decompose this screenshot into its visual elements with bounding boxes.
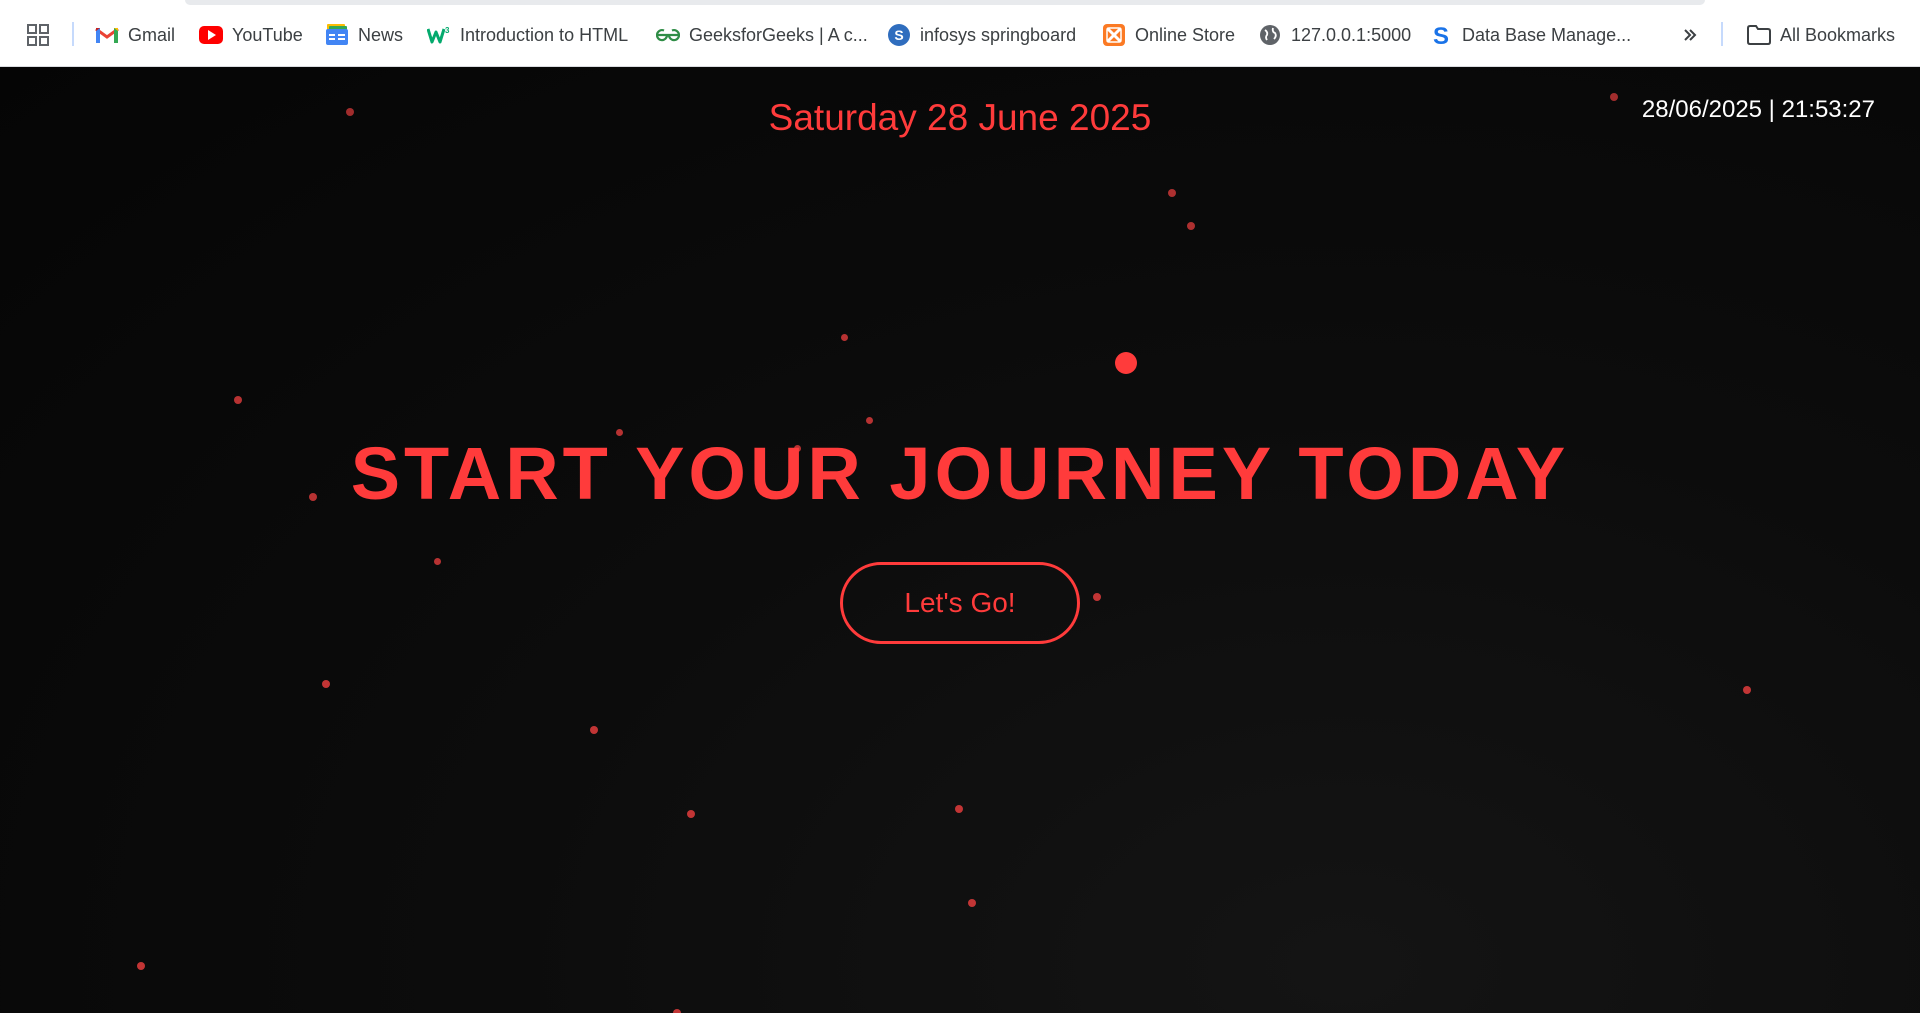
bookmark-label: Introduction to HTML xyxy=(460,24,629,45)
hero-section: Saturday 28 June 2025 28/06/2025 | 21:53… xyxy=(0,67,1920,1013)
bookmarks-separator xyxy=(1721,22,1723,46)
google-news-icon xyxy=(325,23,349,47)
skype-s-icon: S xyxy=(1429,23,1453,47)
bookmark-localhost-5000[interactable]: 127.0.0.1:5000 xyxy=(1258,22,1411,48)
bookmark-label: infosys springboard xyxy=(920,24,1077,45)
particle xyxy=(1187,222,1195,230)
bookmark-gmail[interactable]: Gmail xyxy=(95,22,175,48)
apps-grid-icon xyxy=(26,23,50,47)
bookmark-geeksforgeeks[interactable]: GeeksforGeeks | A c... xyxy=(656,22,868,48)
particle xyxy=(687,810,695,818)
svg-text:3: 3 xyxy=(445,26,450,35)
particle xyxy=(590,726,598,734)
particle xyxy=(234,396,242,404)
bookmark-label: GeeksforGeeks | A c... xyxy=(689,24,868,45)
bookmark-news[interactable]: News xyxy=(325,22,403,48)
particle xyxy=(434,558,441,565)
bookmark-label: YouTube xyxy=(232,24,303,45)
apps-grid-button[interactable] xyxy=(26,22,59,48)
bookmark-label: Online Store xyxy=(1135,24,1236,45)
particle xyxy=(673,1009,681,1013)
bookmark-label: Data Base Manage... xyxy=(1462,24,1632,45)
all-bookmarks-label: All Bookmarks xyxy=(1780,24,1896,45)
bookmark-database-management[interactable]: S Data Base Manage... xyxy=(1429,22,1631,48)
chevron-double-right-icon xyxy=(1678,23,1702,47)
bookmark-label: News xyxy=(358,24,404,45)
lets-go-button[interactable]: Let's Go! xyxy=(840,562,1080,644)
particle xyxy=(1093,593,1101,601)
youtube-icon xyxy=(199,23,223,47)
tab-strip-edge xyxy=(185,0,1705,5)
particle xyxy=(1115,352,1137,374)
particle xyxy=(322,680,330,688)
bookmark-label: Gmail xyxy=(128,24,176,45)
bookmarks-separator xyxy=(72,22,74,46)
geeksforgeeks-icon xyxy=(656,23,680,47)
particle xyxy=(1168,189,1176,197)
xampp-icon xyxy=(1102,23,1126,47)
bookmark-introduction-to-html[interactable]: 3 Introduction to HTML xyxy=(427,22,628,48)
particle xyxy=(841,334,848,341)
more-bookmarks-button[interactable] xyxy=(1678,22,1711,48)
bookmark-infosys-springboard[interactable]: S infosys springboard xyxy=(887,22,1076,48)
springboard-icon: S xyxy=(887,23,911,47)
particle xyxy=(968,899,976,907)
date-heading: Saturday 28 June 2025 xyxy=(768,97,1152,138)
bookmark-label: 127.0.0.1:5000 xyxy=(1291,24,1412,45)
svg-text:S: S xyxy=(1433,23,1449,47)
w3schools-icon: 3 xyxy=(427,23,451,47)
clock-readout: 28/06/2025 | 21:53:27 xyxy=(1641,96,1875,123)
svg-text:S: S xyxy=(894,27,903,43)
hero-headline: START YOUR JOURNEY TODAY xyxy=(350,432,1570,515)
particle xyxy=(955,805,963,813)
particle xyxy=(137,962,145,970)
particle xyxy=(1743,686,1751,694)
gmail-icon xyxy=(95,23,119,47)
all-bookmarks-button[interactable]: All Bookmarks xyxy=(1747,22,1895,48)
folder-icon xyxy=(1747,23,1771,47)
bookmark-online-store[interactable]: Online Store xyxy=(1102,22,1235,48)
bookmarks-bar: Gmail YouTube News 3 Introduction to HTM… xyxy=(0,0,1920,67)
particle xyxy=(866,417,873,424)
bookmark-youtube[interactable]: YouTube xyxy=(199,22,303,48)
globe-icon xyxy=(1258,23,1282,47)
